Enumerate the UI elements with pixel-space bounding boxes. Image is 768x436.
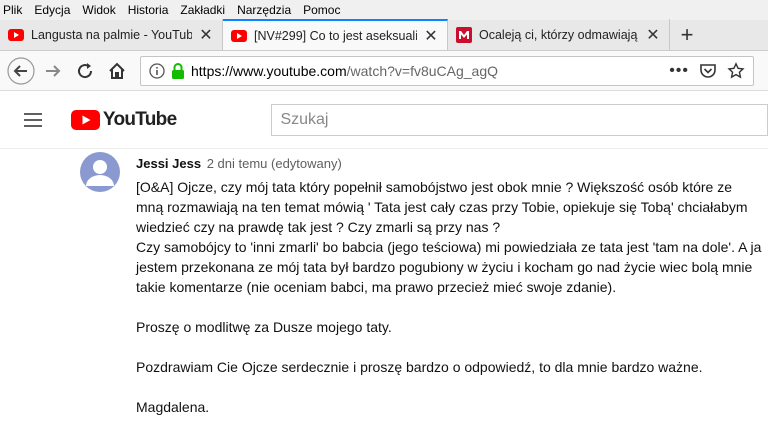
comment-paragraph: [O&A] Ojcze, czy mój tata który popełnił…	[136, 179, 748, 235]
arrow-left-icon	[7, 56, 35, 85]
user-silhouette-icon	[86, 160, 114, 186]
navigation-bar: https://www.youtube.com/watch?v=fv8uCAg_…	[0, 51, 768, 91]
page-actions-icon[interactable]: •••	[669, 62, 689, 80]
url-path: /watch?v=fv8uCAg_agQ	[346, 62, 499, 79]
home-icon	[109, 62, 125, 79]
menu-edit[interactable]: Edycja	[34, 3, 70, 17]
pocket-icon[interactable]	[699, 62, 717, 80]
comment-body: Jessi Jess 2 dni temu (edytowany) [O&A] …	[136, 156, 762, 417]
tab-title: [NV#299] Co to jest aseksualizm	[254, 28, 417, 43]
tab-title: Langusta na palmie - YouTube	[31, 27, 192, 42]
menu-file[interactable]: Plik	[3, 3, 22, 17]
back-button[interactable]	[6, 56, 36, 86]
comment-paragraph: Czy samobójcy to 'inni zmarli' bo babcia…	[136, 239, 762, 295]
url-host: https://www.youtube.com	[191, 62, 347, 79]
tab-ocaleja[interactable]: Ocaleją ci, którzy odmawiają ró ✕	[448, 19, 670, 50]
youtube-play-icon	[70, 109, 100, 130]
comment-paragraph: Proszę o modlitwę za Dusze mojego taty.	[136, 319, 392, 335]
tab-langusta[interactable]: Langusta na palmie - YouTube ✕	[0, 19, 223, 50]
menu-view[interactable]: Widok	[82, 3, 115, 17]
url-bar[interactable]: https://www.youtube.com/watch?v=fv8uCAg_…	[140, 55, 754, 86]
comment-text: [O&A] Ojcze, czy mój tata który popełnił…	[136, 177, 762, 417]
youtube-icon	[231, 28, 247, 44]
close-icon[interactable]: ✕	[645, 25, 661, 45]
tab-aseksualizm[interactable]: [NV#299] Co to jest aseksualizm ✕	[223, 19, 448, 50]
youtube-header: YouTube Szukaj	[0, 91, 768, 149]
youtube-icon	[8, 27, 24, 43]
close-icon[interactable]: ✕	[198, 25, 214, 45]
tab-strip: Langusta na palmie - YouTube ✕ [NV#299] …	[0, 19, 768, 51]
plus-icon: +	[680, 21, 694, 47]
comment-paragraph: Magdalena.	[136, 399, 210, 415]
arrow-right-icon	[46, 64, 61, 77]
menu-bookmarks[interactable]: Zakładki	[180, 3, 225, 17]
new-tab-button[interactable]: +	[670, 19, 704, 50]
lock-icon	[172, 62, 184, 79]
comment-header: Jessi Jess 2 dni temu (edytowany)	[136, 156, 762, 171]
youtube-wordmark: YouTube	[102, 108, 177, 130]
info-icon[interactable]	[149, 62, 165, 79]
search-input[interactable]: Szukaj	[271, 103, 768, 136]
forward-button[interactable]	[38, 56, 68, 86]
bookmark-star-icon[interactable]	[727, 61, 745, 80]
url-text: https://www.youtube.com/watch?v=fv8uCAg_…	[191, 63, 669, 79]
youtube-logo[interactable]: YouTube	[70, 108, 177, 131]
close-icon[interactable]: ✕	[423, 26, 439, 46]
home-button[interactable]	[102, 56, 132, 86]
tab-title: Ocaleją ci, którzy odmawiają ró	[479, 27, 639, 42]
comment-author[interactable]: Jessi Jess	[136, 156, 201, 171]
comment-paragraph: Pozdrawiam Cie Ojcze serdecznie i proszę…	[136, 359, 703, 375]
menu-history[interactable]: Historia	[128, 3, 169, 17]
menu-bar: Plik Edycja Widok Historia Zakładki Narz…	[0, 0, 768, 20]
m-site-icon	[456, 26, 472, 43]
comment-timestamp[interactable]: 2 dni temu (edytowany)	[207, 156, 342, 171]
search-placeholder: Szukaj	[280, 110, 329, 128]
reload-icon	[78, 62, 93, 78]
avatar[interactable]	[80, 152, 120, 192]
menu-tools[interactable]: Narzędzia	[237, 3, 291, 17]
menu-help[interactable]: Pomoc	[303, 3, 340, 17]
hamburger-menu-icon[interactable]	[24, 108, 47, 132]
reload-button[interactable]	[70, 56, 100, 86]
